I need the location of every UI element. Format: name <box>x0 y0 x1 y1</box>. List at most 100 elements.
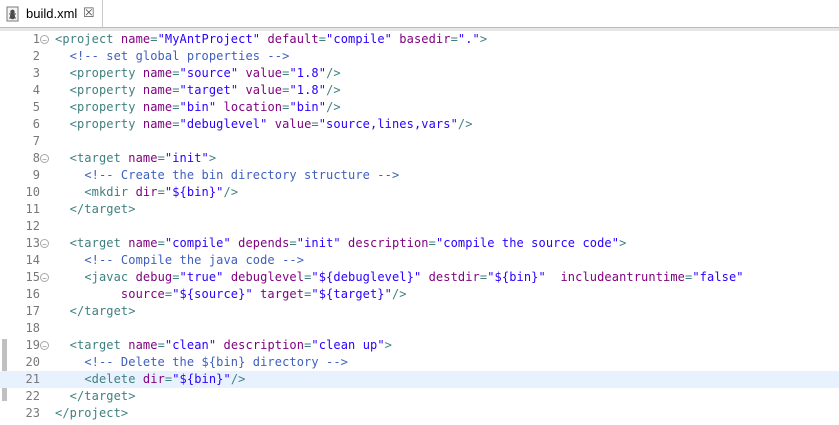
code-text: <project name="MyAntProject" default="co… <box>55 31 487 48</box>
code-token: "MyAntProject" <box>157 32 261 46</box>
ant-build-file-icon <box>6 6 19 22</box>
code-token: /> <box>223 185 239 199</box>
code-token: "1.8" <box>289 83 327 97</box>
fold-toggle-icon[interactable]: − <box>40 154 49 164</box>
code-text: <!-- Compile the java code --> <box>55 252 304 269</box>
code-token: "false" <box>692 270 744 284</box>
code-token: value <box>274 117 312 131</box>
code-line[interactable]: 22 </target> <box>0 388 839 405</box>
code-line[interactable]: 8− <target name="init"> <box>0 150 839 167</box>
code-line[interactable]: 1− <project name="MyAntProject" default="… <box>0 31 839 48</box>
code-line[interactable]: 15− <javac debug="true" debuglevel="${de… <box>0 269 839 286</box>
code-line[interactable]: 10 <mkdir dir="${bin}"/> <box>0 184 839 201</box>
code-token: <delete <box>84 372 143 386</box>
code-line[interactable]: 11 </target> <box>0 201 839 218</box>
code-line[interactable]: 2 <!-- set global properties --> <box>0 48 839 65</box>
code-line[interactable]: 13− <target name="compile" depends="init… <box>0 235 839 252</box>
code-text: <target name="clean" description="clean … <box>55 337 392 354</box>
code-text: <!-- Delete the ${bin} directory --> <box>55 354 348 371</box>
code-token: name <box>142 66 173 80</box>
code-line[interactable]: 20 <!-- Delete the ${bin} directory --> <box>0 354 839 371</box>
code-text: </target> <box>55 303 136 320</box>
tab-build-xml[interactable]: build.xml ☒ <box>0 0 103 28</box>
code-token: /> <box>457 117 473 131</box>
code-token: > <box>479 32 488 46</box>
line-number: 10 <box>25 185 40 199</box>
code-token: "${source}" <box>172 287 253 301</box>
code-token: <target <box>69 236 129 250</box>
code-line[interactable]: 16 source="${source}" target="${target}"… <box>0 286 839 303</box>
code-token: "bin" <box>179 100 217 114</box>
code-token: "source,lines,vars" <box>318 117 458 131</box>
code-token: /> <box>326 100 341 114</box>
code-token: source <box>120 287 165 301</box>
code-line[interactable]: 14 <!-- Compile the java code --> <box>0 252 839 269</box>
code-token: /> <box>326 83 341 97</box>
code-token: = <box>172 66 180 80</box>
code-line[interactable]: 4 <property name="target" value="1.8"/> <box>0 82 839 99</box>
code-text: <delete dir="${bin}"/> <box>55 371 246 388</box>
code-token: "bin" <box>289 100 327 114</box>
fold-toggle-icon[interactable]: − <box>40 341 49 351</box>
code-token: dir <box>135 185 158 199</box>
code-text: <property name="debuglevel" value="sourc… <box>55 116 473 133</box>
line-number: 3 <box>32 66 40 80</box>
fold-toggle-icon[interactable]: − <box>40 239 49 249</box>
line-number: 7 <box>32 134 40 148</box>
code-token: name <box>142 83 173 97</box>
tab-title: build.xml <box>26 6 78 21</box>
line-number: 20 <box>25 355 40 369</box>
code-line[interactable]: 12 <box>0 218 839 235</box>
code-token: <property <box>69 100 143 114</box>
code-token: <project <box>55 32 121 46</box>
code-token: = <box>428 236 436 250</box>
close-tab-icon[interactable]: ☒ <box>83 5 95 21</box>
code-token: <property <box>69 66 143 80</box>
code-text: </target> <box>55 201 136 218</box>
code-token: </project> <box>55 406 129 420</box>
xml-source-editor[interactable]: 1− <project name="MyAntProject" default="… <box>0 31 839 425</box>
fold-toggle-icon[interactable]: − <box>40 35 49 45</box>
code-line[interactable]: 5 <property name="bin" location="bin"/> <box>0 99 839 116</box>
code-token: = <box>157 338 165 352</box>
code-token: debuglevel <box>230 270 305 284</box>
code-token: <target <box>69 338 129 352</box>
code-text: <!-- set global properties --> <box>55 48 290 65</box>
code-token: </target> <box>69 202 136 216</box>
code-line[interactable]: 17 </target> <box>0 303 839 320</box>
code-token: name <box>120 32 151 46</box>
code-token: = <box>311 117 319 131</box>
code-line[interactable]: 3 <property name="source" value="1.8"/> <box>0 65 839 82</box>
code-line[interactable]: 23 </project> <box>0 405 839 422</box>
code-token: = <box>150 32 158 46</box>
code-token: "${bin}" <box>164 185 224 199</box>
code-token: value <box>245 83 283 97</box>
code-token: <!-- Compile the java code --> <box>84 253 305 267</box>
code-token: </target> <box>69 389 136 403</box>
code-line[interactable]: 18 <box>0 320 839 337</box>
code-token: /> <box>391 287 407 301</box>
fold-toggle-icon[interactable]: − <box>40 273 49 283</box>
code-line[interactable]: 9 <!-- Create the bin directory structur… <box>0 167 839 184</box>
code-token: name <box>142 100 173 114</box>
code-token: name <box>128 151 158 165</box>
line-number: 22 <box>25 389 40 403</box>
code-token: location <box>223 100 283 114</box>
code-line[interactable]: 21 <delete dir="${bin}"/> <box>0 371 839 388</box>
code-token: default <box>267 32 319 46</box>
code-line[interactable]: 6 <property name="debuglevel" value="sou… <box>0 116 839 133</box>
code-line[interactable]: 7 <box>0 133 839 150</box>
code-token: "clean up" <box>311 338 385 352</box>
code-line[interactable]: 19− <target name="clean" description="cl… <box>0 337 839 354</box>
